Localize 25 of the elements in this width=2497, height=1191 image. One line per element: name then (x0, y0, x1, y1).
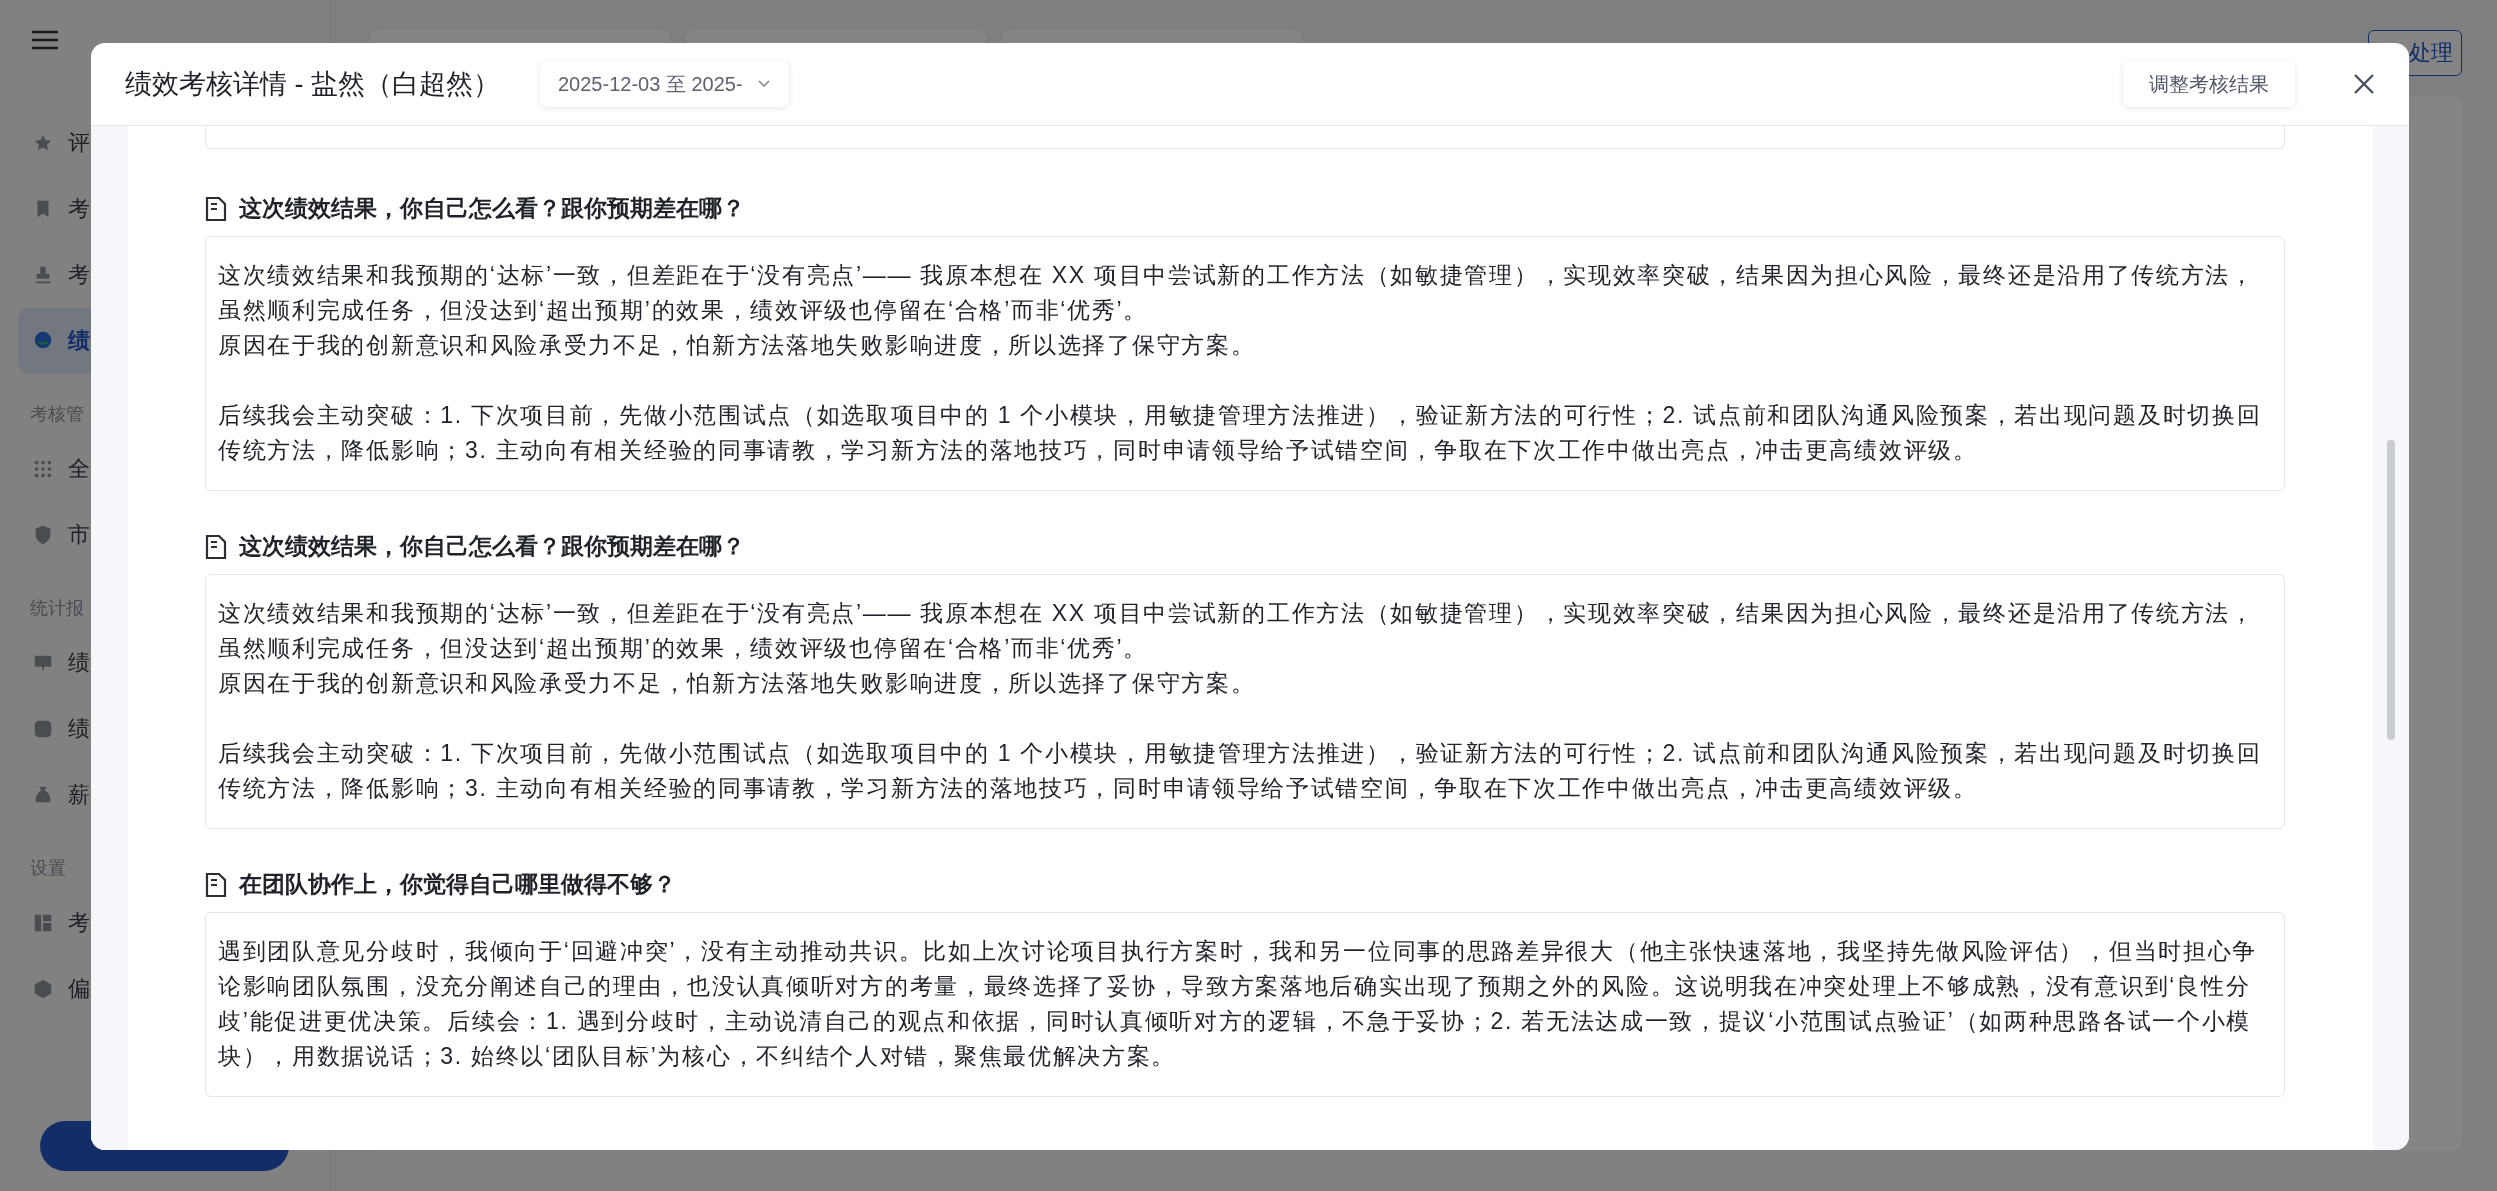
nav-label: 薪 (68, 781, 90, 809)
section-title: 统计报 (30, 597, 84, 620)
answer-text: 后续我会主动突破：1. 下次项目前，先做小范围试点（如选取项目中的 1 个小模块，用敏捷管理方法推进），验证新方法的可行性；2. 试点前和团队沟通风险预案，若出现问题及时切换回传统方法，降低影响；3. 主动向有相关经验的同事请教，学习新方法的落地技巧，同时申请领导给予试错空间，争取在下次工作中做出亮点，冲击更高绩效评级。 (218, 401, 2263, 465)
nav-label: 绩 (68, 649, 90, 677)
answer-text: 后续我会主动突破：1. 下次项目前，先做小范围试点（如选取项目中的 1 个小模块，用敏捷管理方法推进），验证新方法的可行性；2. 试点前和团队沟通风险预案，若出现问题及时切换回传统方法，降低影响；3. 主动向有相关经验的同事请教，学习新方法的落地技巧，同时申请领导给予试错空间，争取在下次工作中做出亮点，冲击更高绩效评级。 (218, 739, 2263, 803)
nav-label: 偏 (68, 975, 90, 1003)
nav-label: 评 (68, 129, 90, 157)
answer-text: 原因在于我的创新意识和风险承受力不足，怕新方法落地失败影响进度，所以选择了保守方案。 (218, 331, 1257, 360)
answer-text: 这次绩效结果和我预期的‘达标’一致，但差距在于‘没有亮点’—— 我原本想在 XX 项目中尝试新的工作方法（如敏捷管理），实现效率突破，结果因为担心风险，最终还是沿用了传统方法，虽然顺利完成任务，但没达到‘超出预期’的效果，绩效评级也停留在‘合格’而非‘优秀’。 (218, 599, 2256, 663)
question-title: 在团队协作上，你觉得自己哪里做得不够？ (239, 870, 676, 899)
nav-label: 绩 (68, 327, 90, 355)
section-title: 考核管 (30, 403, 84, 426)
answer-text: 这次绩效结果和我预期的‘达标’一致，但差距在于‘没有亮点’—— 我原本想在 XX 项目中尝试新的工作方法（如敏捷管理），实现效率突破，结果因为担心风险，最终还是沿用了传统方法，虽然顺利完成任务，但没达到‘超出预期’的效果，绩效评级也停留在‘合格’而非‘优秀’。 (218, 261, 2256, 325)
nav-label: 绩 (68, 715, 90, 743)
dialog-title: 绩效考核详情 - 盐然（白超然） (125, 68, 500, 101)
question-title: 这次绩效结果，你自己怎么看？跟你预期差在哪？ (239, 194, 745, 223)
nav-label: 全 (68, 455, 90, 483)
nav-label: 考 (68, 909, 90, 937)
nav-label: 考 (68, 261, 90, 289)
answer-text: 遇到团队意见分歧时，我倾向于‘回避冲突’，没有主动推动共识。比如上次讨论项目执行方案时，我和另一位同事的思路差异很大（他主张快速落地，我坚持先做风险评估），但当时担心争论影响团队氛围，没充分阐述自己的理由，也没认真倾听对方的考量，最终选择了妥协，导致方案落地后确实出现了预期之外的风险。这说明我在冲突处理上不够成熟，没有意识到‘良性分歧’能促进更优决策。后续会：1. 遇到分歧时，主动说清自己的观点和依据，同时认真倾听对方的逻辑，不急于妥协；2. 若无法达成一致，提议‘小范围试点验证’（如两种思路各试一个小模块），用数据说话；3. 始终以‘团队目标’为核心，不纠结个人对错，聚焦最优解决方案。 (218, 937, 2259, 1071)
answer-text: 原因在于我的创新意识和风险承受力不足，怕新方法落地失败影响进度，所以选择了保守方案。 (218, 669, 1257, 698)
question-title: 这次绩效结果，你自己怎么看？跟你预期差在哪？ (239, 532, 745, 561)
nav-label: 考 (68, 195, 90, 223)
section-title: 设置 (30, 857, 66, 880)
nav-label: 市 (68, 521, 90, 549)
